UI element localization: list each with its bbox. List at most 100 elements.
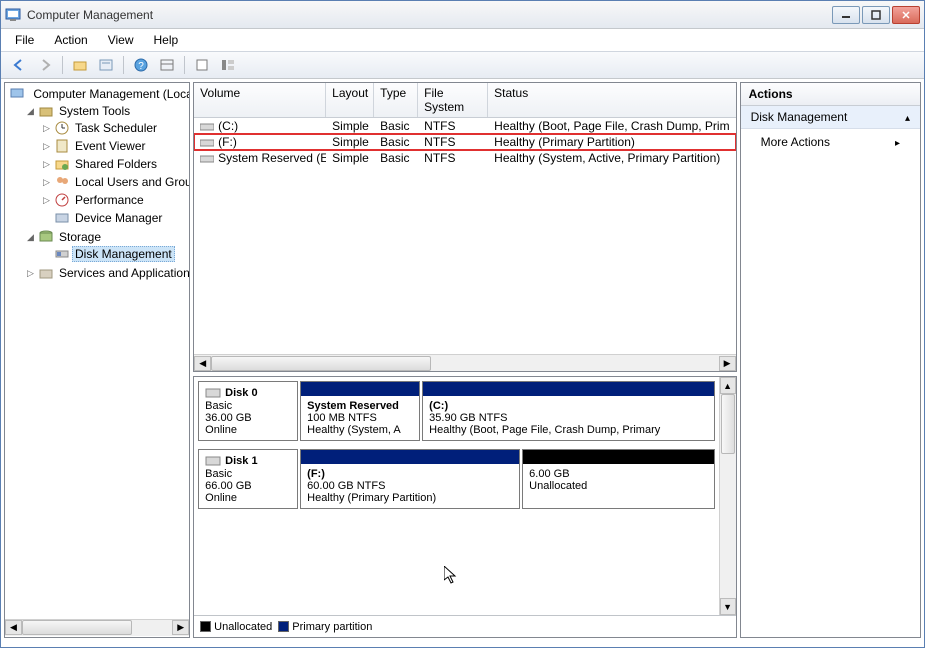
- tree-device-manager[interactable]: Device Manager: [41, 209, 187, 227]
- disk-v-scrollbar[interactable]: ▲ ▼: [719, 377, 736, 615]
- volume-list: Volume Layout Type File System Status (C…: [193, 82, 736, 372]
- tree-services-apps[interactable]: ▷Services and Applications: [25, 264, 187, 282]
- tree-local-users[interactable]: ▷Local Users and Groups: [41, 173, 187, 191]
- toolbar-separator: [123, 56, 124, 74]
- disk-info[interactable]: Disk 0 Basic 36.00 GB Online: [198, 381, 298, 441]
- col-header-status[interactable]: Status: [488, 83, 735, 117]
- scroll-thumb[interactable]: [22, 620, 132, 635]
- event-icon: [54, 138, 70, 154]
- volume-list-body: (C:) Simple Basic NTFS Healthy (Boot, Pa…: [194, 118, 735, 354]
- actions-panel: Actions Disk Management More Actions: [740, 82, 921, 638]
- col-header-volume[interactable]: Volume: [194, 83, 326, 117]
- disk-partition[interactable]: System Reserved 100 MB NTFS Healthy (Sys…: [300, 381, 420, 441]
- scroll-thumb[interactable]: [721, 394, 735, 454]
- maximize-button[interactable]: [862, 6, 890, 24]
- scroll-track[interactable]: [22, 620, 172, 636]
- menu-view[interactable]: View: [100, 31, 142, 49]
- expand-icon[interactable]: ▷: [41, 159, 52, 170]
- volume-row[interactable]: (F:) Simple Basic NTFS Healthy (Primary …: [194, 134, 735, 150]
- window: Computer Management File Action View Hel…: [0, 0, 925, 648]
- forward-button[interactable]: [33, 54, 57, 76]
- disk-row[interactable]: Disk 0 Basic 36.00 GB Online System Rese…: [198, 381, 714, 441]
- toolbar-detail-button[interactable]: [155, 54, 179, 76]
- toolbar-list-button[interactable]: [216, 54, 240, 76]
- partition-cap: [301, 450, 519, 464]
- disk-partition[interactable]: 6.00 GB Unallocated: [522, 449, 714, 509]
- menu-bar: File Action View Help: [1, 29, 924, 51]
- tree-task-scheduler[interactable]: ▷Task Scheduler: [41, 119, 187, 137]
- scroll-track[interactable]: [720, 394, 736, 598]
- title-bar: Computer Management: [1, 1, 924, 29]
- clock-icon: [54, 120, 70, 136]
- center-panel: Volume Layout Type File System Status (C…: [193, 82, 736, 638]
- volume-list-header: Volume Layout Type File System Status: [194, 83, 735, 118]
- scroll-left-icon[interactable]: ◀: [5, 620, 22, 635]
- scroll-right-icon[interactable]: ▶: [172, 620, 189, 635]
- drive-icon: [200, 137, 214, 149]
- shared-folder-icon: [54, 156, 70, 172]
- toolbar-refresh-button[interactable]: [190, 54, 214, 76]
- scroll-thumb[interactable]: [211, 356, 431, 371]
- tree-panel: Computer Management (Local ◢System Tools…: [4, 82, 190, 638]
- tree-root[interactable]: Computer Management (Local ◢System Tools…: [9, 85, 187, 283]
- toolbar-folder-button[interactable]: [68, 54, 92, 76]
- tree-shared-folders[interactable]: ▷Shared Folders: [41, 155, 187, 173]
- nav-tree: Computer Management (Local ◢System Tools…: [5, 83, 189, 619]
- legend-unallocated: Unallocated: [200, 621, 272, 633]
- expand-icon[interactable]: ▷: [41, 141, 52, 152]
- expand-icon[interactable]: ▷: [25, 268, 36, 279]
- disk-info[interactable]: Disk 1 Basic 66.00 GB Online: [198, 449, 298, 509]
- scroll-up-icon[interactable]: ▲: [720, 377, 736, 394]
- disk-partition[interactable]: (F:) 60.00 GB NTFS Healthy (Primary Part…: [300, 449, 520, 509]
- volume-h-scrollbar[interactable]: ◀ ▶: [194, 354, 735, 371]
- tree-event-viewer[interactable]: ▷Event Viewer: [41, 137, 187, 155]
- collapse-icon[interactable]: ◢: [25, 232, 36, 243]
- device-icon: [54, 210, 70, 226]
- scroll-left-icon[interactable]: ◀: [194, 356, 211, 371]
- col-header-type[interactable]: Type: [374, 83, 418, 117]
- disk-rows: Disk 0 Basic 36.00 GB Online System Rese…: [194, 377, 718, 615]
- tree-storage[interactable]: ◢Storage Disk Management: [25, 228, 187, 264]
- tree-system-tools[interactable]: ◢System Tools ▷Task Scheduler ▷Event Vie…: [25, 102, 187, 228]
- scroll-track[interactable]: [211, 356, 718, 371]
- svg-text:?: ?: [138, 61, 144, 72]
- menu-action[interactable]: Action: [46, 31, 95, 49]
- toolbar-props-button[interactable]: [94, 54, 118, 76]
- expand-icon[interactable]: ▷: [41, 195, 52, 206]
- window-buttons: [832, 6, 920, 24]
- legend-primary: Primary partition: [278, 621, 372, 633]
- actions-section[interactable]: Disk Management: [741, 106, 920, 129]
- toolbox-icon: [38, 103, 54, 119]
- col-header-filesystem[interactable]: File System: [418, 83, 488, 117]
- col-header-layout[interactable]: Layout: [326, 83, 374, 117]
- tree-performance[interactable]: ▷Performance: [41, 191, 187, 209]
- minimize-button[interactable]: [832, 6, 860, 24]
- volume-row[interactable]: (C:) Simple Basic NTFS Healthy (Boot, Pa…: [194, 118, 735, 134]
- scroll-down-icon[interactable]: ▼: [720, 598, 736, 615]
- menu-file[interactable]: File: [7, 31, 42, 49]
- toolbar: ?: [1, 51, 924, 79]
- drive-icon: [200, 121, 214, 133]
- disk-icon: [205, 454, 221, 468]
- users-icon: [54, 174, 70, 190]
- disk-partition[interactable]: (C:) 35.90 GB NTFS Healthy (Boot, Page F…: [422, 381, 714, 441]
- collapse-icon[interactable]: ◢: [25, 106, 36, 117]
- toolbar-separator: [184, 56, 185, 74]
- expand-icon[interactable]: ▷: [41, 177, 52, 188]
- computer-icon: [9, 86, 25, 102]
- tree-h-scrollbar[interactable]: ◀ ▶: [5, 619, 189, 636]
- actions-more[interactable]: More Actions: [741, 129, 920, 155]
- back-button[interactable]: [7, 54, 31, 76]
- expand-icon[interactable]: ▷: [41, 123, 52, 134]
- volume-row[interactable]: System Reserved (E:) Simple Basic NTFS H…: [194, 150, 735, 166]
- disk-row[interactable]: Disk 1 Basic 66.00 GB Online (F:): [198, 449, 714, 509]
- tree-disk-management[interactable]: Disk Management: [41, 245, 187, 263]
- help-icon[interactable]: ?: [129, 54, 153, 76]
- scroll-right-icon[interactable]: ▶: [719, 356, 736, 371]
- disk-icon: [205, 386, 221, 400]
- menu-help[interactable]: Help: [146, 31, 187, 49]
- legend: Unallocated Primary partition: [194, 615, 735, 637]
- swatch-icon: [200, 621, 211, 632]
- close-button[interactable]: [892, 6, 920, 24]
- collapse-icon[interactable]: [905, 110, 910, 124]
